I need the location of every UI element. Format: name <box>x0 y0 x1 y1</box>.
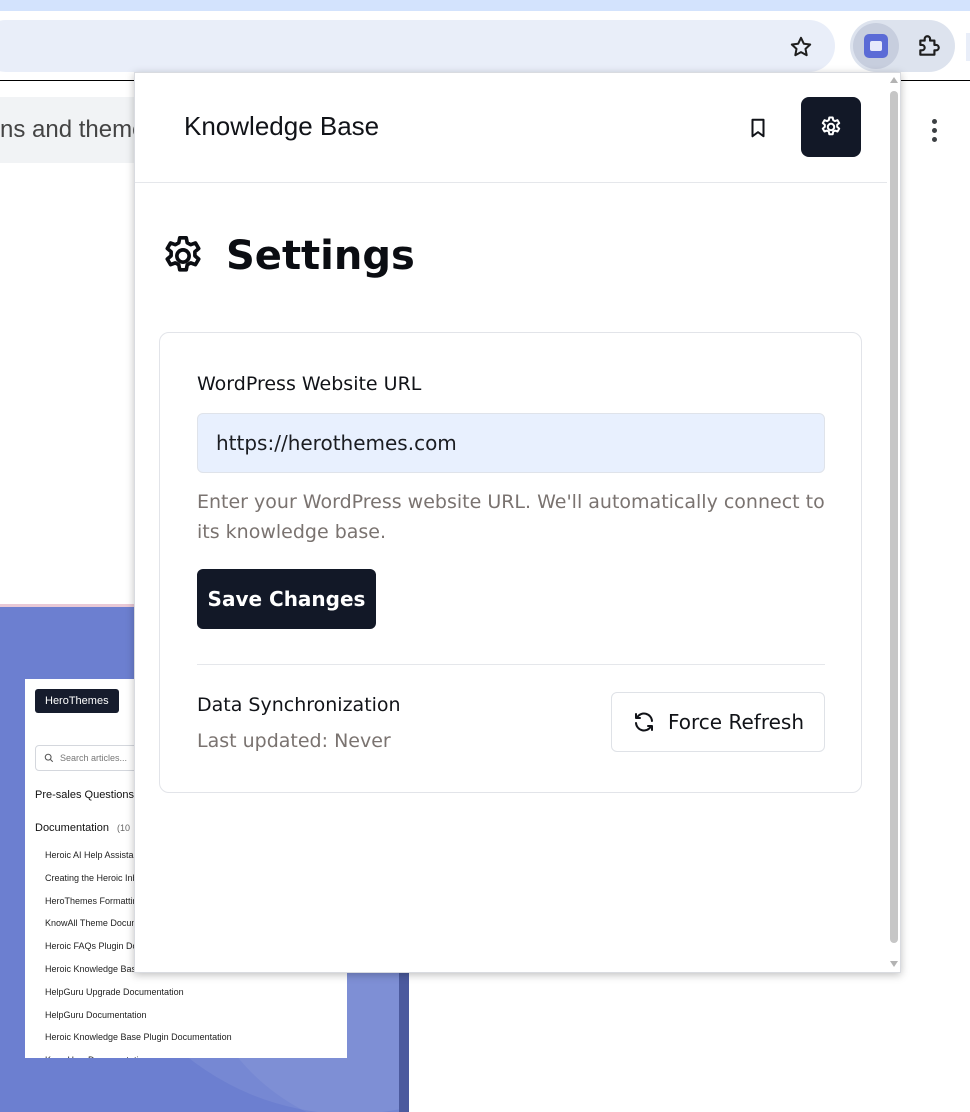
section-divider <box>197 664 825 665</box>
search-icon <box>44 753 54 763</box>
address-bar[interactable] <box>0 20 835 72</box>
knowledge-base-extension-icon <box>864 34 888 58</box>
list-item: HelpGuru Documentation <box>45 1009 147 1020</box>
list-item: Heroic Knowledge Base Plugin Documentati… <box>45 1032 232 1043</box>
refresh-icon <box>635 712 653 732</box>
star-icon <box>790 36 812 57</box>
wp-url-help-text: Enter your WordPress website URL. We'll … <box>197 491 825 543</box>
page-tab-chip[interactable]: ns and theme <box>0 97 145 163</box>
page-more-menu-button[interactable] <box>922 112 946 148</box>
last-updated-text: Last updated: Never <box>197 730 391 752</box>
page-tab-chip-label: ns and theme <box>0 116 146 143</box>
puzzle-icon <box>919 35 940 56</box>
bookmark-star-button[interactable] <box>785 31 817 63</box>
brand-title: Knowledge Base <box>184 111 380 141</box>
bookmark-icon <box>751 118 765 138</box>
preview-doc-count: (10 <box>117 823 131 833</box>
extension-button[interactable] <box>853 23 899 69</box>
page-title: Settings <box>226 233 415 279</box>
settings-card: WordPress Website URL Enter your WordPre… <box>159 332 862 793</box>
sync-section-title: Data Synchronization <box>197 694 401 716</box>
toolbar-edge <box>966 33 970 61</box>
preview-heading-documentation: Documentation (10 <box>35 822 130 834</box>
settings-button[interactable] <box>801 97 861 157</box>
popup-scrollbar[interactable] <box>887 73 900 972</box>
list-item: KnowHow Documentation <box>45 1049 232 1058</box>
kebab-dot-icon <box>931 136 937 142</box>
extension-popup: Knowledge Base Settings WordPress Websit… <box>134 72 901 973</box>
force-refresh-button[interactable]: Force Refresh <box>611 692 825 752</box>
preview-heading-label: Documentation <box>35 822 109 834</box>
preview-heading-presales: Pre-sales Questions <box>35 789 135 801</box>
kebab-dot-icon <box>931 127 937 133</box>
browser-top-strip <box>0 0 970 11</box>
scroll-down-arrow-icon[interactable] <box>890 961 898 967</box>
herothemes-logo: HeroThemes <box>35 689 119 713</box>
bookmarks-button[interactable] <box>741 111 775 145</box>
force-refresh-label: Force Refresh <box>668 710 804 734</box>
settings-gear-icon <box>165 235 201 272</box>
wp-url-label: WordPress Website URL <box>197 373 422 395</box>
gear-icon <box>821 116 841 136</box>
browser-toolbar <box>0 11 970 81</box>
scroll-up-arrow-icon[interactable] <box>890 77 898 83</box>
popup-header: Knowledge Base <box>135 73 887 183</box>
kebab-dot-icon <box>931 118 937 124</box>
save-changes-button[interactable]: Save Changes <box>197 569 376 629</box>
settings-title-row: Settings <box>160 233 415 279</box>
extensions-menu-button[interactable] <box>906 23 952 69</box>
list-item: HelpGuru Upgrade Documentation <box>45 986 184 997</box>
preview-search-placeholder: Search articles... <box>60 753 128 763</box>
wp-url-input[interactable] <box>197 413 825 473</box>
scrollbar-thumb[interactable] <box>890 91 898 943</box>
